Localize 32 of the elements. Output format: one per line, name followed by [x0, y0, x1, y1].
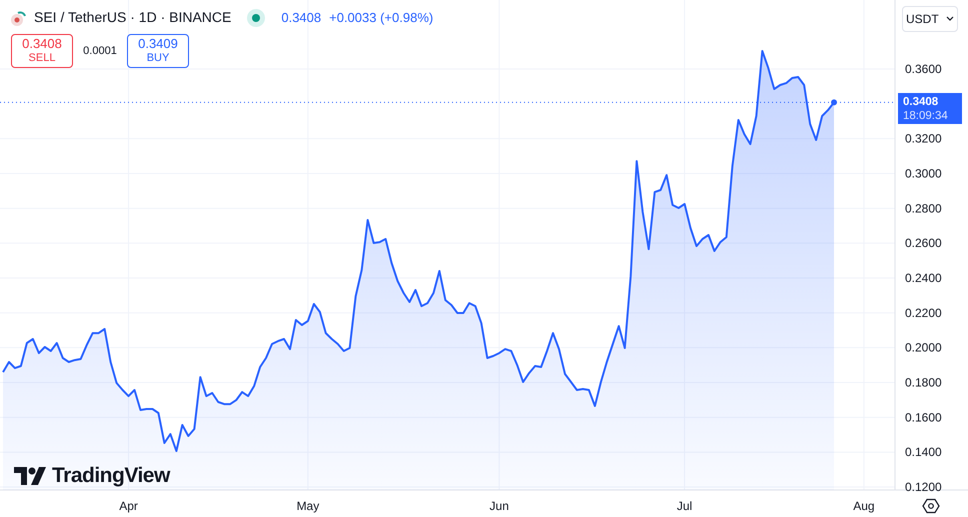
date-axis-label: May — [296, 499, 320, 513]
settings-icon[interactable] — [922, 497, 940, 515]
buy-button[interactable]: 0.3409 BUY — [127, 34, 189, 68]
price-axis-label: 0.2200 — [905, 306, 942, 320]
price-change: +0.0033 (+0.98%) — [329, 8, 434, 27]
price-axis-label: 0.2000 — [905, 340, 942, 355]
price-axis-label: 0.2400 — [905, 271, 942, 285]
date-axis-label: Jul — [676, 499, 692, 513]
price-axis-label: 0.1600 — [905, 410, 942, 424]
price-axis-label: 0.2600 — [905, 236, 942, 250]
spread-value: 0.0001 — [82, 44, 118, 59]
price-axis-label: 0.3200 — [905, 132, 942, 146]
price-axis-label: 0.3000 — [905, 166, 942, 180]
sell-button[interactable]: 0.3408 SELL — [11, 34, 73, 68]
countdown-timer: 18:09:34 — [903, 108, 949, 123]
logo-text: TradingView — [52, 463, 170, 489]
chevron-down-icon — [946, 16, 954, 22]
price-axis-label: 0.2800 — [905, 201, 942, 216]
price-axis-label: 0.1200 — [905, 480, 942, 494]
date-axis-label: Aug — [853, 499, 875, 513]
last-price: 0.3408 — [281, 8, 322, 27]
last-price-dot — [831, 99, 838, 106]
logo-icon — [14, 466, 46, 485]
price-axis-label: 0.1800 — [905, 376, 942, 390]
price-tag-value: 0.3408 — [903, 94, 940, 109]
coin-icon — [10, 8, 26, 26]
symbol-title: SEI / TetherUS · 1D · BINANCE — [34, 8, 232, 27]
price-axis-label: 0.1400 — [905, 445, 942, 460]
price-axis-label: 0.3600 — [905, 62, 942, 76]
date-axis-label: Apr — [119, 499, 138, 513]
date-axis-label: Jun — [490, 499, 509, 513]
currency-dropdown[interactable]: USDT — [902, 6, 958, 32]
